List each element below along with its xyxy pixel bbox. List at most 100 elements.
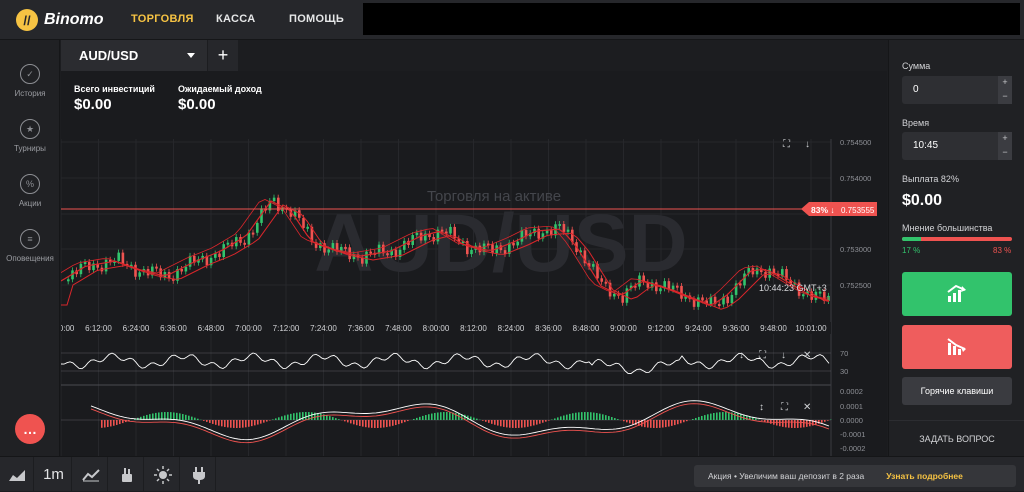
hotkeys-button[interactable]: Горячие клавиши [902, 377, 1012, 405]
move-icon[interactable]: ↕ [739, 350, 744, 361]
macd-tick-label: 0.0001 [840, 402, 863, 411]
sidebar-item-label: История [14, 89, 45, 98]
macd-histogram-bar [251, 420, 253, 426]
logo-text: Binomo [44, 11, 104, 29]
time-input[interactable]: 10:45 + − [902, 132, 1012, 160]
download-icon[interactable]: ↓ [805, 139, 810, 150]
add-asset-button[interactable]: + [207, 40, 238, 71]
fullscreen-icon[interactable]: ⛶ [782, 139, 791, 150]
macd-histogram-bar [305, 412, 307, 420]
macd-histogram-bar [602, 414, 604, 420]
sidebar-item-history[interactable]: ✓ История [0, 64, 60, 98]
time-tick-label: 6:48:00 [198, 324, 225, 333]
macd-histogram-bar [182, 414, 184, 420]
move-icon[interactable]: ↕ [759, 402, 764, 413]
macd-histogram-bar [710, 414, 712, 420]
macd-histogram-bar [509, 420, 511, 428]
macd-histogram-bar [512, 420, 514, 428]
candle [416, 233, 419, 235]
logo-icon: // [16, 9, 38, 31]
macd-histogram-bar [527, 420, 529, 427]
macd-histogram-bar [449, 412, 451, 420]
price-chart[interactable]: AUD/USD Торговля на активе 83% ↓0.753555… [61, 71, 887, 456]
fullscreen-icon[interactable]: ⛶ [780, 402, 789, 413]
promo-banner[interactable]: Акция • Увеличим ваш депозит в 2 раза Уз… [694, 465, 1016, 487]
candle [185, 267, 188, 272]
candle [537, 229, 540, 239]
asset-tab[interactable]: AUD/USD [61, 40, 207, 71]
macd-histogram-bar [818, 420, 820, 424]
time-tick-label: 9:12:00 [648, 324, 675, 333]
macd-histogram-bar [170, 412, 172, 420]
macd-histogram-bar [542, 420, 544, 423]
sidebar-item-label: Турниры [14, 144, 46, 153]
macd-histogram-bar [230, 420, 232, 428]
macd-histogram-bar [566, 415, 568, 420]
time-minus-button[interactable]: − [998, 146, 1012, 160]
ask-question-button[interactable]: ЗАДАТЬ ВОПРОС [889, 420, 1024, 456]
macd-histogram-bar [260, 420, 262, 424]
chat-icon: … [23, 421, 37, 437]
sidebar-item-notifications[interactable]: ≡ Оповещения [0, 229, 60, 263]
drawing-tools-button[interactable] [110, 457, 144, 492]
candle [227, 243, 230, 245]
time-tick-label: 9:00:00 [610, 324, 637, 333]
macd-tick-label: -0.0001 [840, 430, 865, 439]
macd-histogram-bar [248, 420, 250, 427]
candle [252, 233, 255, 235]
macd-histogram-bar [611, 417, 613, 420]
close-icon[interactable]: ✕ [803, 402, 811, 413]
current-price-tag: 83% ↓0.753555 [801, 202, 877, 216]
tournaments-icon: ★ [20, 119, 40, 139]
amount-plus-button[interactable]: + [998, 76, 1012, 90]
watermark-status: Торговля на активе [427, 188, 561, 205]
candle [134, 265, 137, 277]
promo-link[interactable]: Узнать подробнее [886, 471, 963, 481]
time-plus-button[interactable]: + [998, 132, 1012, 146]
macd-histogram-bar [524, 420, 526, 427]
macd-histogram-bar [278, 417, 280, 420]
candle [512, 243, 515, 246]
chart-type-button[interactable] [0, 457, 34, 492]
download-icon[interactable]: ↓ [781, 350, 786, 361]
macd-histogram-bar [329, 416, 331, 420]
candle [491, 244, 494, 253]
indicators-button[interactable] [74, 457, 108, 492]
time-tick-label: 8:36:00 [535, 324, 562, 333]
nav-help[interactable]: ПОМОЩЬ [289, 13, 344, 25]
sidebar-item-promotions[interactable]: % Акции [0, 174, 60, 208]
close-icon[interactable]: ✕ [803, 350, 811, 361]
chat-button[interactable]: … [15, 414, 45, 444]
chevron-down-icon[interactable] [187, 53, 195, 58]
macd-histogram-bar [191, 417, 193, 420]
macd-histogram-bar [422, 416, 424, 420]
time-tick-label: 7:00:00 [235, 324, 262, 333]
macd-histogram-bar [800, 420, 802, 428]
amount-input[interactable]: 0 + − [902, 76, 1012, 104]
amount-label: Сумма [902, 61, 930, 71]
fullscreen-icon[interactable]: ⛶ [758, 350, 767, 361]
macd-histogram-bar [104, 420, 106, 427]
theme-button[interactable] [146, 457, 180, 492]
connection-button[interactable] [182, 457, 216, 492]
time-tick-label: 6:36:00 [160, 324, 187, 333]
call-up-button[interactable] [902, 272, 1012, 316]
macd-histogram-bar [245, 420, 247, 427]
macd-histogram-bar [608, 416, 610, 420]
nav-trade[interactable]: ТОРГОВЛЯ [131, 13, 194, 25]
time-tick-label: 7:24:00 [310, 324, 337, 333]
put-down-button[interactable] [902, 325, 1012, 369]
nav-cashier[interactable]: КАССА [216, 13, 255, 25]
macd-histogram-bar [326, 415, 328, 420]
logo[interactable]: // Binomo [16, 9, 104, 31]
chart-area[interactable]: Всего инвестиций $0.00 Ожидаемый доход $… [61, 71, 887, 456]
macd-histogram-bar [482, 420, 484, 421]
sidebar-item-tournaments[interactable]: ★ Турниры [0, 119, 60, 153]
macd-histogram-bar [404, 420, 406, 422]
left-sidebar: ✓ История ★ Турниры % Акции ≡ Оповещения [0, 40, 60, 456]
timeframe-button[interactable]: 1m [36, 457, 72, 492]
macd-histogram-bar [185, 415, 187, 420]
candle [441, 230, 444, 232]
amount-minus-button[interactable]: − [998, 90, 1012, 104]
macd-histogram-bar [704, 415, 706, 420]
